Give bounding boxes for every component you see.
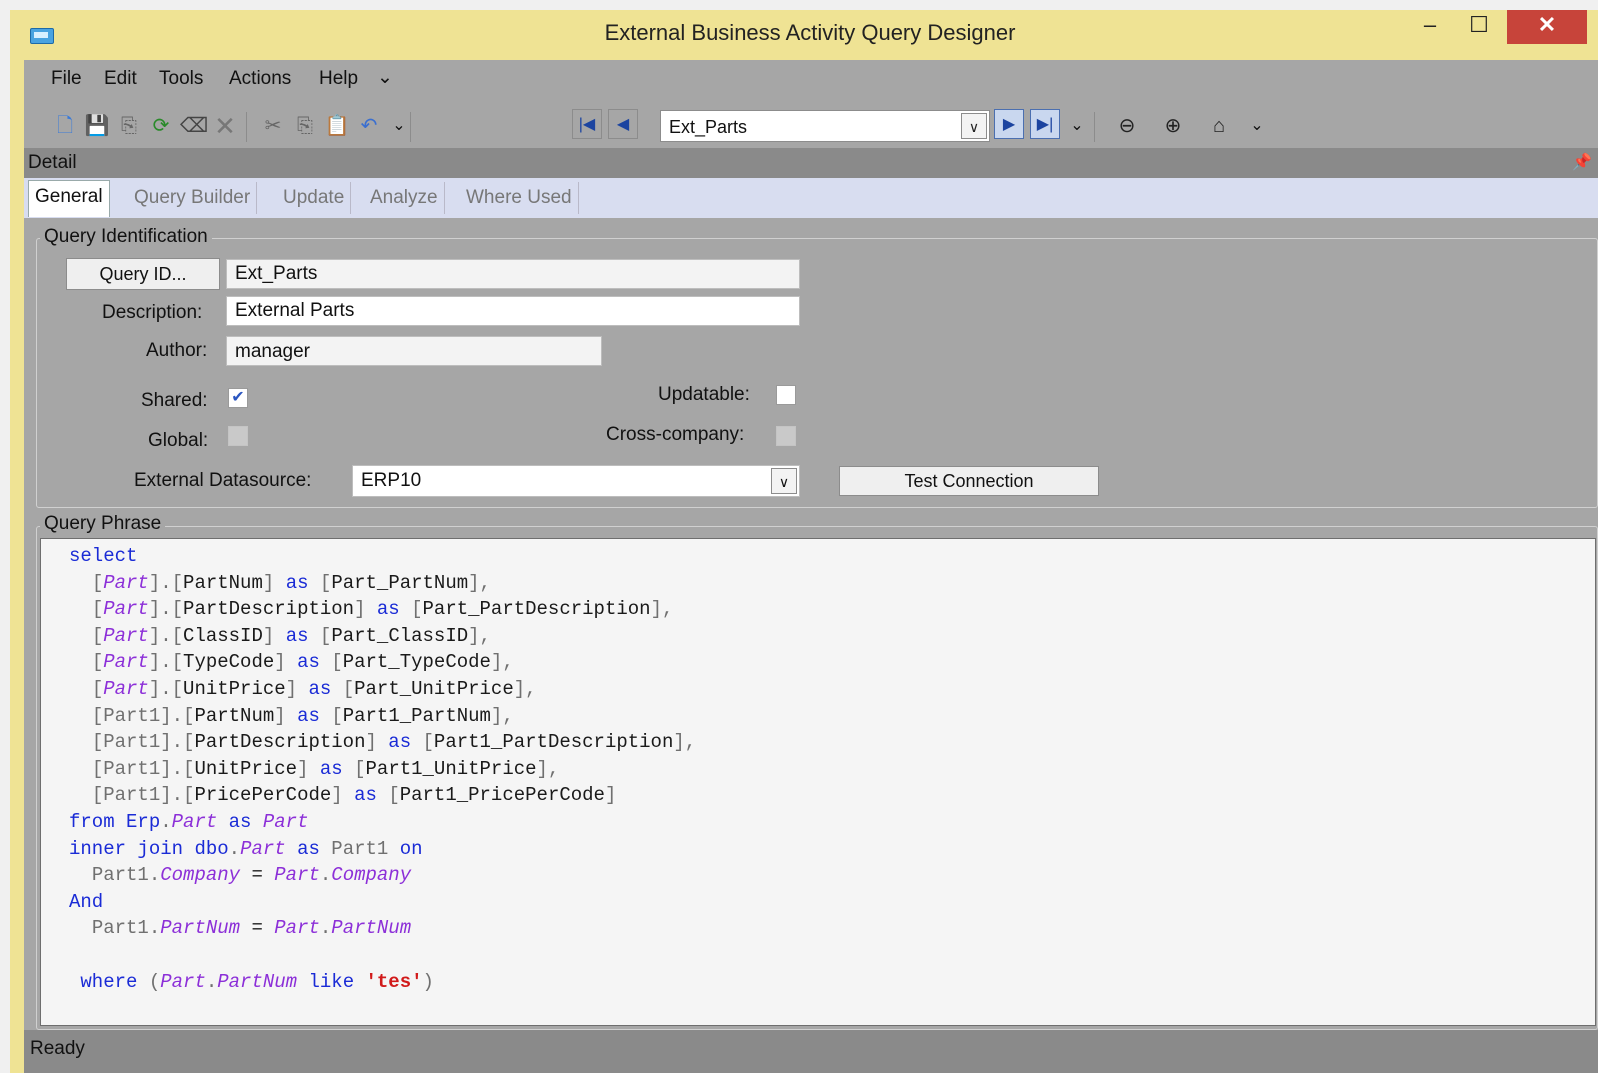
title-bar[interactable]: External Business Activity Query Designe… [10,10,1598,60]
query-id-button[interactable]: Query ID... [66,258,220,290]
code-line: [Part].[PartDescription] as [Part_PartDe… [91,598,674,621]
chevron-down-icon[interactable]: ∨ [771,468,797,494]
query-selector-value: Ext_Parts [669,117,748,137]
cut-icon[interactable]: ✂ [260,114,286,138]
undo-icon[interactable]: ↶ [356,114,382,138]
menu-bar: File Edit Tools Actions Help ⌄ [24,60,1598,98]
code-line: [Part].[UnitPrice] as [Part_UnitPrice], [91,677,537,700]
back-icon[interactable]: ⊖ [1114,114,1140,138]
tab-update[interactable]: Update [277,182,352,214]
menu-actions[interactable]: Actions [229,68,291,90]
toolbar-overflow-chevron-icon[interactable]: ⌄ [386,114,412,138]
first-icon[interactable]: |◀ [572,109,602,139]
app-window: External Business Activity Query Designe… [10,10,1598,1073]
code-line: [Part1].[PricePerCode] as [Part1_PricePe… [91,784,617,807]
global-checkbox[interactable] [228,426,248,446]
next-icon[interactable]: ▶ [994,109,1024,139]
tab-where-used[interactable]: Where Used [460,182,579,214]
menu-overflow-chevron-icon[interactable]: ⌄ [377,66,393,89]
query-identification-title: Query Identification [40,226,212,248]
nav-overflow-chevron-icon[interactable]: ⌄ [1064,114,1090,138]
code-line: [Part1].[PartNum] as [Part1_PartNum], [91,704,514,727]
code-line: where (Part.PartNum like 'tes') [80,970,434,993]
description-field[interactable]: External Parts [226,296,800,326]
last-icon[interactable]: ▶| [1030,109,1060,139]
test-connection-button[interactable]: Test Connection [839,466,1099,496]
detail-label: Detail [28,152,77,173]
clear-icon[interactable]: ⌫ [180,114,208,138]
cross-company-label: Cross-company: [606,424,745,445]
code-line: inner join dbo.Part as Part1 on [69,837,423,860]
code-line: Part1.PartNum = Part.PartNum [91,917,412,940]
copy-icon[interactable]: ⎘ [292,114,318,138]
code-line: [Part].[TypeCode] as [Part_TypeCode], [91,651,514,674]
menu-tools[interactable]: Tools [159,68,203,90]
minimize-button[interactable]: – [1410,10,1450,44]
global-label: Global: [148,430,209,451]
description-label: Description: [102,302,203,323]
query-selector-combo[interactable]: Ext_Parts ∨ [660,110,990,142]
menu-edit[interactable]: Edit [104,68,137,90]
code-line: select [69,545,138,567]
updatable-checkbox[interactable] [776,385,796,405]
pin-icon[interactable]: 📌 [1572,152,1592,172]
chevron-down-icon[interactable]: ∨ [961,113,987,139]
home-overflow-chevron-icon[interactable]: ⌄ [1244,114,1270,138]
code-line: from Erp.Part as Part [69,810,309,833]
tab-analyze[interactable]: Analyze [364,182,445,214]
toolbar-separator [410,112,411,142]
external-datasource-value: ERP10 [361,470,422,491]
toolbar-separator [1094,112,1095,142]
code-line: [Part1].[PartDescription] as [Part1_Part… [91,731,697,754]
copy-record-icon[interactable]: ⎘ [116,114,142,138]
cross-company-checkbox[interactable] [776,426,796,446]
save-icon[interactable]: 💾 [84,114,110,138]
delete-icon[interactable]: ✕ [212,113,238,139]
code-line: And [69,890,104,913]
tab-general[interactable]: General [28,180,110,217]
code-line: Part1.Company = Part.Company [91,864,412,887]
paste-icon[interactable]: 📋 [324,114,350,138]
query-id-field[interactable]: Ext_Parts [226,259,800,289]
maximize-button[interactable]: ☐ [1456,10,1502,44]
new-icon[interactable]: 🗋 [52,114,78,138]
close-button[interactable]: ✕ [1507,10,1587,44]
updatable-label: Updatable: [658,384,750,405]
code-line: [Part].[ClassID] as [Part_ClassID], [91,624,491,647]
author-label: Author: [146,340,208,361]
home-icon[interactable]: ⌂ [1206,114,1232,138]
detail-panel-header: Detail 📌 [24,148,1598,178]
menu-help[interactable]: Help [319,68,358,90]
previous-icon[interactable]: ◀ [608,109,638,139]
window-title: External Business Activity Query Designe… [604,20,1016,45]
shared-label: Shared: [141,390,208,411]
tab-query-builder[interactable]: Query Builder [128,182,258,214]
refresh-icon[interactable]: ⟳ [148,114,174,138]
status-text: Ready [30,1038,85,1059]
shared-checkbox[interactable]: ✔ [228,388,248,408]
status-bar: Ready [24,1030,1598,1073]
author-field[interactable]: manager [226,336,602,366]
toolbar: 🗋 💾 ⎘ ⟳ ⌫ ✕ ✂ ⎘ 📋 ↶ ⌄ |◀ ◀ Ext_Parts ∨ ▶… [24,100,1598,146]
tab-strip: General Query Builder Update Analyze Whe… [24,178,1598,218]
external-datasource-label: External Datasource: [134,470,312,491]
toolbar-separator [246,112,247,142]
query-phrase-editor[interactable]: select [Part].[PartNum] as [Part_PartNum… [40,538,1596,1026]
code-line: [Part].[PartNum] as [Part_PartNum], [91,571,491,594]
client-area: File Edit Tools Actions Help ⌄ 🗋 💾 ⎘ ⟳ ⌫… [24,60,1598,1073]
query-phrase-code[interactable]: select [Part].[PartNum] as [Part_PartNum… [69,543,696,995]
forward-icon[interactable]: ⊕ [1160,114,1186,138]
query-phrase-title: Query Phrase [40,513,166,535]
code-line: [Part1].[UnitPrice] as [Part1_UnitPrice]… [91,757,560,780]
menu-file[interactable]: File [51,68,82,90]
external-datasource-select[interactable]: ERP10 ∨ [352,465,800,497]
